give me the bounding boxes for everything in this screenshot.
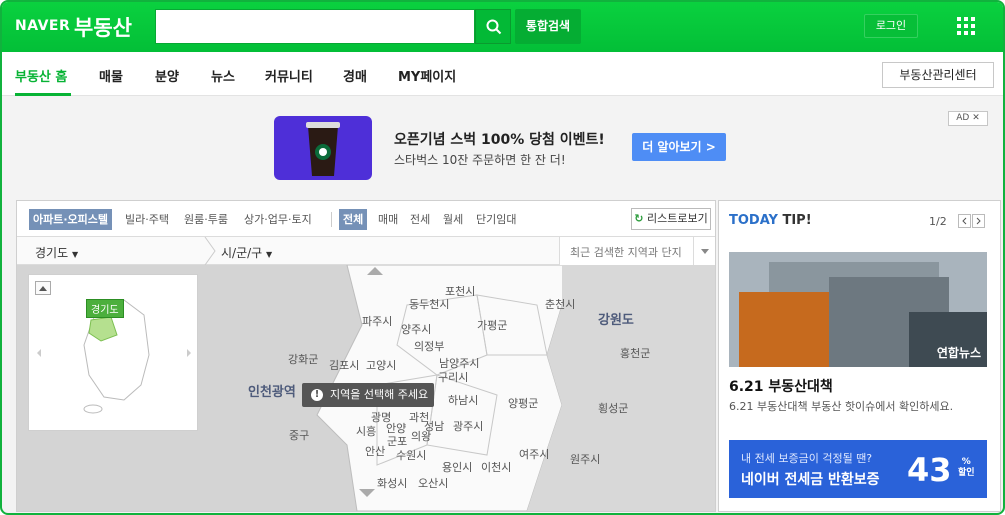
ad-banner[interactable]: 오픈기념 스벅 100% 당첨 이벤트! 스타벅스 10잔 주문하면 한 잔 더… <box>2 96 1003 198</box>
map-label[interactable]: 의정부 <box>414 338 444 354</box>
map-label[interactable]: 화성시 <box>377 475 407 491</box>
prev-tip-button[interactable] <box>958 214 971 228</box>
trade-all[interactable]: 전체 <box>339 209 368 230</box>
district-select[interactable]: 시/군/구 ▼ <box>221 244 272 261</box>
select-region-tooltip: ! 지역을 선택해 주세요 <box>302 383 434 407</box>
today-tip-title: TODAY TIP! <box>729 213 812 228</box>
map-label[interactable]: 김포시 <box>329 357 359 373</box>
filter-villa[interactable]: 빌라·주택 <box>125 209 169 230</box>
map-label[interactable]: 하남시 <box>448 392 478 408</box>
map-label[interactable]: 동두천시 <box>409 296 449 312</box>
tip-page-indicator: 1/2 <box>929 215 947 228</box>
search-icon <box>486 19 502 35</box>
caret-down-icon: ▼ <box>71 250 79 259</box>
filter-separator <box>331 212 332 227</box>
service-logo[interactable]: 부동산 <box>74 12 132 42</box>
region-map[interactable]: 경기도 포천시 동두천시 파주시 양주시 가평군 의정부 강화군 김포시 고양시… <box>17 265 715 511</box>
trade-short-term[interactable]: 단기임대 <box>476 209 516 230</box>
ad-learn-more-button[interactable]: 더 알아보기 > <box>632 133 726 161</box>
minimap[interactable]: 경기도 <box>28 274 198 431</box>
map-label[interactable]: 안산 <box>365 443 385 459</box>
map-label[interactable]: 중구 <box>289 427 309 443</box>
nav-sale[interactable]: 분양 <box>155 66 179 85</box>
main-nav: 부동산 홈 매물 분양 뉴스 커뮤니티 경매 MY페이지 부동산관리센터 <box>2 52 1003 96</box>
refresh-icon: ↻ <box>634 212 644 225</box>
search-button[interactable] <box>475 9 511 44</box>
filter-apartment[interactable]: 아파트·오피스텔 <box>29 209 113 230</box>
info-icon: ! <box>311 389 323 401</box>
nav-community[interactable]: 커뮤니티 <box>265 66 313 85</box>
map-label[interactable]: 양주시 <box>401 321 431 337</box>
nav-mypage[interactable]: MY페이지 <box>398 66 456 85</box>
login-button[interactable]: 로그인 <box>864 14 918 38</box>
ad-badge[interactable]: AD ✕ <box>948 111 988 126</box>
trade-jeonse[interactable]: 전세 <box>410 209 430 230</box>
map-region-label[interactable]: 인천광역 <box>248 381 296 400</box>
map-label[interactable]: 횡성군 <box>598 400 628 416</box>
dropdown-arrow-icon[interactable] <box>693 237 715 265</box>
map-label[interactable]: 수원시 <box>396 447 426 463</box>
search-input[interactable] <box>155 9 475 44</box>
map-label[interactable]: 가평군 <box>477 317 507 333</box>
trade-monthly[interactable]: 월세 <box>443 209 463 230</box>
filter-bar: 아파트·오피스텔 빌라·주택 원룸·투룸 상가·업무·토지 전체 매매 전세 월… <box>17 201 715 237</box>
news-thumbnail[interactable]: 연합뉴스 <box>729 252 987 367</box>
breadcrumb-chevron-icon <box>204 237 216 265</box>
ad-title: 오픈기념 스벅 100% 당첨 이벤트! <box>394 132 605 148</box>
nav-listings[interactable]: 매물 <box>99 66 123 85</box>
naver-logo[interactable]: NAVER <box>15 18 70 34</box>
map-label[interactable]: 구리시 <box>438 369 468 385</box>
top-header: NAVER 부동산 통합검색 로그인 <box>2 2 1003 52</box>
trade-sale[interactable]: 매매 <box>378 209 398 230</box>
nav-news[interactable]: 뉴스 <box>211 66 235 85</box>
map-label[interactable]: 성남 <box>424 418 444 434</box>
map-label[interactable]: 광주시 <box>453 418 483 434</box>
caret-down-icon: ▼ <box>266 250 273 259</box>
today-tip-panel: TODAY TIP! 1/2 연합뉴스 6.21 부동산대책 6.21 부동산대… <box>718 200 1001 512</box>
map-label[interactable]: 파주시 <box>362 313 392 329</box>
filter-commercial[interactable]: 상가·업무·토지 <box>244 209 312 230</box>
map-label[interactable]: 포천시 <box>445 283 475 299</box>
map-label[interactable]: 고양시 <box>366 357 396 373</box>
map-label[interactable]: 강화군 <box>288 351 318 367</box>
next-tip-button[interactable] <box>972 214 985 228</box>
app-grid-icon[interactable] <box>957 17 975 35</box>
jeonse-guarantee-banner[interactable]: 내 전세 보증금이 걱정될 땐? 네이버 전세금 반환보증 43 % 할인 <box>729 440 987 498</box>
map-label[interactable]: 원주시 <box>570 451 600 467</box>
map-label[interactable]: 오산시 <box>418 475 448 491</box>
coffee-cup-image <box>274 116 372 180</box>
map-label[interactable]: 용인시 <box>442 459 472 475</box>
map-panel: 아파트·오피스텔 빌라·주택 원룸·투룸 상가·업무·토지 전체 매매 전세 월… <box>16 200 716 512</box>
region-selector: 경기도 ▼ 시/군/구 ▼ 최근 검색한 지역과 단지 <box>17 237 715 265</box>
nav-auction[interactable]: 경매 <box>343 66 367 85</box>
agent-center-button[interactable]: 부동산관리센터 <box>882 62 994 88</box>
map-label[interactable]: 홍천군 <box>620 345 650 361</box>
news-source-logo: 연합뉴스 <box>936 346 981 360</box>
map-label[interactable]: 양평군 <box>508 395 538 411</box>
recent-search-dropdown[interactable]: 최근 검색한 지역과 단지 <box>559 237 715 265</box>
ad-subtitle: 스타벅스 10잔 주문하면 한 잔 더! <box>394 153 566 167</box>
map-region-label[interactable]: 강원도 <box>598 309 634 328</box>
news-title[interactable]: 6.21 부동산대책 <box>729 376 833 396</box>
filter-oneroom[interactable]: 원룸·투룸 <box>184 209 228 230</box>
map-label[interactable]: 시흥 <box>356 423 376 439</box>
total-search-button[interactable]: 통합검색 <box>515 9 581 44</box>
nav-home[interactable]: 부동산 홈 <box>15 66 67 85</box>
map-label[interactable]: 이천시 <box>481 459 511 475</box>
map-label[interactable]: 춘천시 <box>545 296 575 312</box>
list-view-button[interactable]: ↻ 리스트로보기 <box>631 208 711 230</box>
minimap-region-tag: 경기도 <box>86 299 124 318</box>
news-description: 6.21 부동산대책 부동산 핫이슈에서 확인하세요. <box>729 400 954 413</box>
app-frame: NAVER 부동산 통합검색 로그인 부동산 홈 매물 분양 뉴스 커뮤니티 경… <box>0 0 1005 515</box>
province-select[interactable]: 경기도 ▼ <box>35 244 78 261</box>
map-label[interactable]: 여주시 <box>519 446 549 462</box>
